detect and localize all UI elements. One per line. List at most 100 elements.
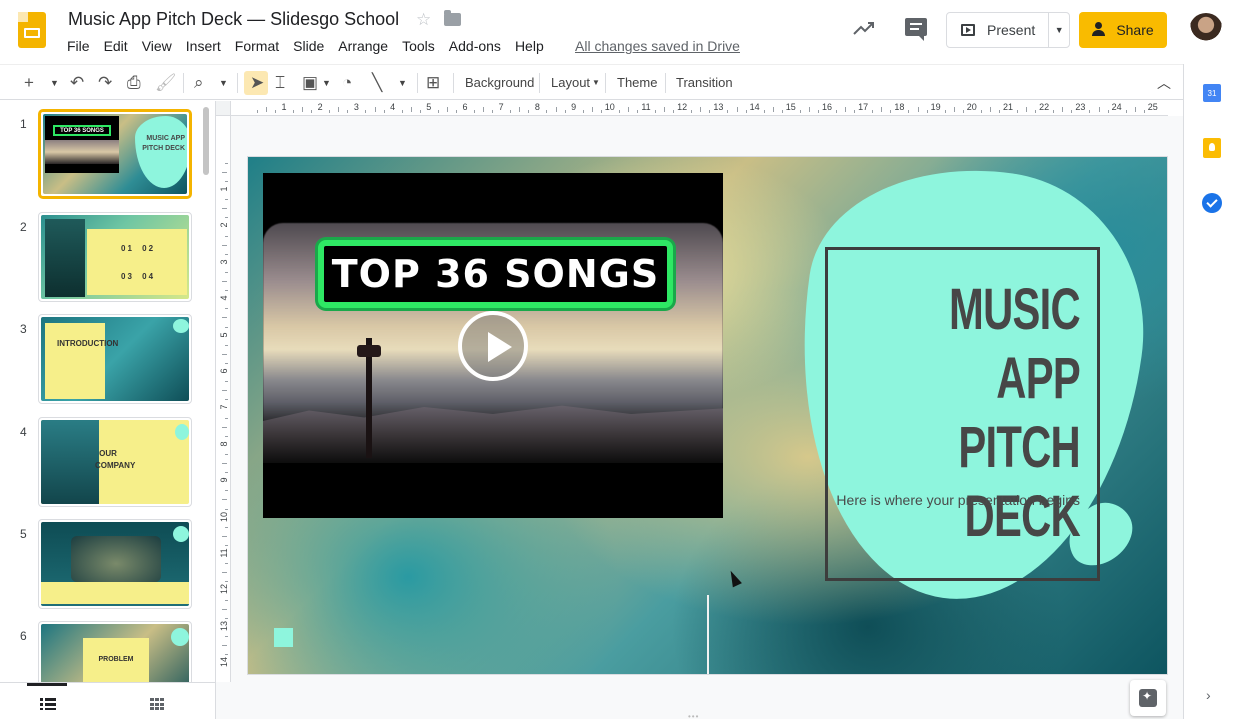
background-button[interactable]: Background (465, 65, 534, 100)
mint-square-shape[interactable] (274, 628, 293, 647)
ruler-h-tick (1134, 107, 1136, 112)
grid-view-icon[interactable] (150, 698, 164, 710)
slide-filmstrip: 1 TOP 36 SONGS MUSIC APP PITCH DECK 2 01… (0, 101, 216, 682)
star-icon[interactable]: ☆ (416, 10, 431, 30)
thumbnail-canvas: INTRODUCTION (41, 317, 189, 401)
menu-arrange[interactable]: Arrange (331, 37, 395, 55)
calendar-icon[interactable]: 31 (1203, 84, 1221, 102)
share-button[interactable]: Share (1079, 12, 1167, 48)
thumbnail-frame[interactable]: OUR COMPANY (38, 417, 192, 507)
speaker-notes-handle[interactable]: ••• (216, 682, 1183, 719)
video-tower-top (357, 345, 381, 357)
tasks-icon[interactable] (1202, 193, 1222, 213)
ruler-h-tick (745, 110, 747, 113)
zoom-dropdown-icon[interactable]: ▼ (219, 65, 228, 100)
menu-tools[interactable]: Tools (395, 37, 442, 55)
select-tool[interactable]: ➤ (250, 65, 264, 100)
menu-slide[interactable]: Slide (286, 37, 331, 55)
chevron-right-icon[interactable]: › (1206, 687, 1211, 703)
ruler-h-label: 12 (677, 102, 688, 112)
new-slide-dropdown-icon[interactable]: ▼ (50, 65, 59, 100)
redo-icon: ↷ (98, 72, 113, 92)
paint-format-button[interactable]: 🖌 (155, 65, 177, 100)
layout-button[interactable]: Layout ▼ (551, 65, 600, 100)
video-thumbnail[interactable]: TOP 36 SONGS (263, 173, 723, 518)
ruler-h-tick (419, 110, 421, 113)
text-box-tool[interactable]: ⌶ (275, 65, 285, 100)
activity-trend-icon[interactable] (852, 18, 876, 38)
slide-title[interactable]: MUSIC APP PITCH DECK (906, 275, 1081, 551)
ruler-v-tick (225, 544, 228, 546)
ruler-h-tick (528, 110, 530, 113)
white-line-shape[interactable] (707, 595, 709, 674)
transition-button[interactable]: Transition (676, 65, 733, 100)
ruler-h-tick (881, 107, 883, 112)
slide-thumbnail-1[interactable]: 1 TOP 36 SONGS MUSIC APP PITCH DECK (0, 109, 200, 201)
menu-help[interactable]: Help (508, 37, 551, 55)
menu-view[interactable]: View (135, 37, 179, 55)
horizontal-ruler[interactable]: 1 2 3 4 5 6 7 8 9 10 11 12 13 14 15 16 17 18 19 20 21 22 23 24 2… (231, 101, 1168, 116)
ruler-h-label: 6 (462, 102, 468, 112)
drag-handle-icon[interactable]: ••• (688, 712, 699, 719)
play-icon[interactable] (458, 311, 528, 381)
menu-file[interactable]: File (60, 37, 97, 55)
paint-format-icon: 🖌 (155, 72, 177, 92)
ruler-h-tick (673, 110, 675, 113)
thumbnail-frame[interactable]: 01 02 03 04 (38, 212, 192, 302)
thumbnail-frame[interactable]: INTRODUCTION (38, 314, 192, 404)
slide-thumbnail-4[interactable]: 4 OUR COMPANY (0, 417, 200, 509)
slide-thumbnail-3[interactable]: 3 INTRODUCTION (0, 314, 200, 406)
present-dropdown-icon[interactable]: ▼ (1049, 25, 1069, 35)
document-title[interactable]: Music App Pitch Deck — Slidesgo School (68, 9, 399, 30)
image-tool[interactable]: ▣ (302, 65, 318, 100)
thumb-photo (71, 536, 161, 582)
slide-subtitle[interactable]: Here is where your presentation begins (808, 492, 1080, 508)
zoom-button[interactable]: ⌕ (194, 65, 204, 100)
theme-button[interactable]: Theme (617, 65, 657, 100)
menu-addons[interactable]: Add-ons (442, 37, 508, 55)
present-main[interactable]: Present (947, 13, 1050, 47)
thumbnail-frame[interactable]: PROBLEM (38, 621, 192, 682)
undo-button[interactable]: ↶ (70, 65, 84, 100)
ruler-v-tick (225, 362, 228, 364)
slide-thumbnail-2[interactable]: 2 01 02 03 04 (0, 212, 200, 304)
save-status-link[interactable]: All changes saved in Drive (575, 38, 740, 54)
slides-logo-icon[interactable] (18, 12, 46, 48)
user-avatar[interactable] (1189, 13, 1223, 47)
shape-tool[interactable]: ◔ (342, 65, 352, 100)
side-panel: 31 › (1183, 64, 1235, 719)
slide-thumbnail-5[interactable]: 5 (0, 519, 200, 611)
list-view-icon[interactable] (40, 698, 56, 710)
thumbnail-frame[interactable]: TOP 36 SONGS MUSIC APP PITCH DECK (38, 109, 192, 199)
vertical-ruler[interactable]: 1 2 3 4 5 6 7 8 9 10 11 12 13 14 (216, 116, 231, 682)
menu-edit[interactable]: Edit (97, 37, 135, 55)
ruler-v-tick (225, 508, 228, 510)
ruler-h-tick (510, 110, 512, 113)
line-dropdown-icon[interactable]: ▼ (398, 65, 407, 100)
ruler-v-tick (222, 281, 227, 282)
present-button[interactable]: Present ▼ (946, 12, 1070, 48)
ruler-h-tick (311, 110, 313, 113)
ruler-h-tick (1062, 107, 1064, 112)
ruler-h-label: 15 (785, 102, 796, 112)
menu-format[interactable]: Format (228, 37, 286, 55)
slide-thumbnail-6[interactable]: 6 PROBLEM (0, 621, 200, 682)
thumbnail-frame[interactable] (38, 519, 192, 609)
toolbar: + ▼ ↶ ↷ ⎙ 🖌 ⌕ ▼ ➤ ⌶ ▣ ▼ ◔ ╲ ▼ ⊞ Backgrou… (0, 64, 1183, 100)
redo-button[interactable]: ↷ (98, 65, 112, 100)
folder-icon[interactable] (444, 10, 461, 26)
ruler-v-tick (225, 399, 228, 401)
image-dropdown-icon[interactable]: ▼ (322, 65, 331, 100)
print-button[interactable]: ⎙ (127, 65, 141, 100)
slide-canvas[interactable]: TOP 36 SONGS MUSIC APP PITCH DECK Here i… (247, 156, 1168, 675)
keep-icon[interactable] (1203, 138, 1221, 158)
collapse-toolbar-icon[interactable]: ︿ (1157, 65, 1171, 100)
menu-insert[interactable]: Insert (179, 37, 228, 55)
explore-button[interactable] (1130, 680, 1166, 716)
add-comment-button[interactable]: ⊞ (426, 65, 440, 100)
new-slide-button[interactable]: + (24, 65, 34, 100)
filmstrip-scrollbar[interactable] (203, 107, 209, 175)
line-tool[interactable]: ╲ (372, 65, 382, 100)
ruler-h-tick (772, 107, 774, 112)
comments-icon[interactable] (905, 18, 927, 41)
